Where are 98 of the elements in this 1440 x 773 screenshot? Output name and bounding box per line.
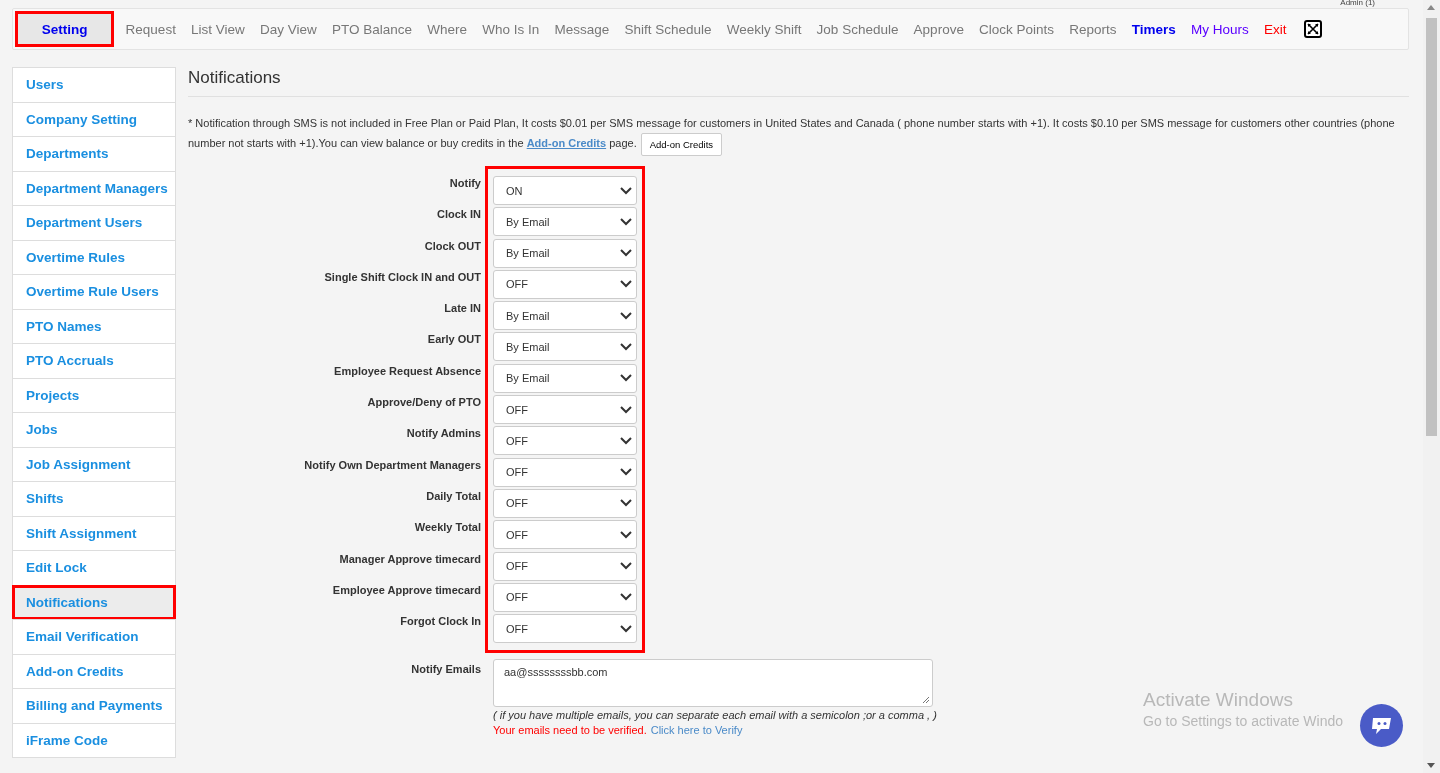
nav-link[interactable]: Clock Points — [971, 11, 1062, 47]
sms-note: * Notification through SMS is not included in Free Plan or Paid Plan, It costs $0.01 per SMS message for customers in United States and Canada ( phone number starts with +1). It costs $0.10 per SMS message for customers other countries (phone number not starts with +1).You can view balance or buy credits in the Add-on Credits page. Add-on Credits — [188, 113, 1409, 156]
fullscreen-icon[interactable] — [1304, 20, 1323, 38]
sidebar-item[interactable]: Edit Lock — [12, 550, 176, 586]
nav-link[interactable]: Weekly Shift — [719, 11, 809, 47]
select-field[interactable]: OFF — [493, 582, 637, 612]
select-field[interactable]: OFF — [493, 426, 637, 456]
chevron-down-icon — [620, 530, 632, 539]
select-field[interactable]: By Email — [493, 301, 637, 331]
chevron-down-icon — [620, 405, 632, 414]
chevron-down-icon — [620, 374, 632, 383]
field-label: Forgot Clock In — [399, 614, 481, 628]
nav-link[interactable]: My Hours — [1183, 11, 1257, 47]
field-label: Approve/Deny of PTO — [366, 395, 481, 409]
field-label: Notify Emails — [410, 662, 481, 678]
nav-link[interactable]: Shift Schedule — [616, 11, 720, 47]
emails-textarea[interactable]: aa@ssssssssbb.com — [493, 659, 933, 708]
sidebar-item[interactable]: Overtime Rule Users — [12, 274, 176, 310]
select-field[interactable]: ON — [493, 176, 637, 205]
field-label: Daily Total — [425, 488, 481, 502]
chevron-down-icon — [620, 499, 632, 508]
select-field[interactable]: OFF — [493, 551, 637, 581]
sidebar-item[interactable]: Add-on Credits — [12, 653, 176, 689]
field-label: Employee Request Absence — [333, 363, 481, 377]
chevron-down-icon — [620, 343, 632, 351]
sidebar-item[interactable]: Department Users — [12, 205, 176, 241]
chevron-down-icon — [620, 217, 632, 226]
nav-link[interactable]: Request — [118, 11, 184, 47]
field-label: Employee Approve timecard — [331, 582, 481, 596]
sidebar-item[interactable]: Department Managers — [12, 170, 176, 206]
sidebar-item[interactable]: Notifications — [12, 584, 176, 620]
sidebar-item[interactable]: PTO Accruals — [12, 343, 176, 379]
nav-link[interactable]: Setting — [15, 11, 114, 47]
field-label: Notify — [448, 176, 481, 189]
select-field[interactable]: By Email — [493, 363, 637, 393]
activation-text: Go to Settings to activate Windo — [1143, 713, 1343, 729]
chevron-down-icon — [620, 280, 632, 289]
field-label: Early OUT — [426, 332, 481, 346]
sidebar-item[interactable]: Departments — [12, 136, 176, 172]
chat-bubble-icon — [1369, 715, 1394, 736]
select-field[interactable]: By Email — [493, 332, 637, 362]
select-field[interactable]: OFF — [493, 269, 637, 299]
nav-link[interactable]: Approve — [906, 11, 972, 47]
verify-warning: Your emails need to be verified. — [493, 724, 647, 737]
nav-link[interactable]: Reports — [1061, 11, 1125, 47]
sidebar-item[interactable]: Users — [12, 67, 176, 103]
nav-link[interactable]: Exit — [1256, 11, 1295, 47]
sidebar-item[interactable]: Billing and Payments — [12, 688, 176, 724]
select-field[interactable]: OFF — [493, 395, 637, 425]
resize-grip-icon — [922, 696, 930, 705]
field-label: Notify Own Department Managers — [303, 457, 481, 471]
select-field[interactable]: OFF — [493, 488, 637, 518]
chevron-down-icon — [620, 249, 632, 258]
sidebar-item[interactable]: Shift Assignment — [12, 515, 176, 551]
add-on-credits-button[interactable]: Add-on Credits — [640, 133, 723, 156]
field-label: Notify Admins — [405, 426, 481, 440]
user-label: Admin (1) — [1340, 0, 1375, 7]
field-label: Weekly Total — [413, 520, 481, 534]
select-field[interactable]: OFF — [493, 520, 637, 550]
sidebar-item[interactable]: PTO Names — [12, 308, 176, 344]
field-label: Single Shift Clock IN and OUT — [323, 269, 481, 283]
sidebar-item[interactable]: Jobs — [12, 412, 176, 448]
emails-hint: ( if you have multiple emails, you can separate each email with a semicolon ;or a comma , ) — [493, 709, 937, 722]
nav-link[interactable]: List View — [183, 11, 253, 47]
chevron-down-icon — [620, 593, 632, 602]
sidebar-item[interactable]: Job Assignment — [12, 446, 176, 482]
add-on-credits-link[interactable]: Add-on Credits — [526, 137, 607, 150]
select-field[interactable]: OFF — [493, 614, 637, 644]
field-label: Clock IN — [436, 207, 481, 221]
select-field[interactable]: By Email — [493, 238, 637, 268]
sidebar-item[interactable]: Projects — [12, 377, 176, 413]
chevron-down-icon — [620, 624, 632, 633]
nav-link[interactable]: Who Is In — [474, 11, 547, 47]
nav-link[interactable]: Where — [419, 11, 475, 47]
sidebar-item[interactable]: Company Setting — [12, 101, 176, 137]
nav-link[interactable]: Job Schedule — [809, 11, 906, 47]
chevron-down-icon — [620, 186, 632, 195]
select-field[interactable]: By Email — [493, 207, 637, 237]
verify-link[interactable]: Click here to Verify — [650, 724, 743, 737]
sidebar-item[interactable]: iFrame Code — [12, 722, 176, 758]
nav-link[interactable]: Message — [546, 11, 617, 47]
select-field[interactable]: OFF — [493, 457, 637, 487]
field-label: Late IN — [443, 301, 481, 315]
field-label: Manager Approve timecard — [338, 551, 481, 565]
sidebar-item[interactable]: Email Verification — [12, 619, 176, 655]
field-label: Clock OUT — [423, 238, 481, 252]
chevron-down-icon — [620, 436, 632, 445]
nav-link[interactable]: Timers — [1124, 11, 1184, 47]
page-title: Notifications — [188, 68, 1409, 97]
chevron-down-icon — [620, 468, 632, 477]
activation-title: Activate Windows — [1143, 689, 1294, 711]
chat-button[interactable] — [1360, 704, 1403, 747]
sidebar-item[interactable]: Shifts — [12, 481, 176, 517]
chevron-down-icon — [620, 311, 632, 320]
chevron-down-icon — [620, 562, 632, 571]
nav-link[interactable]: PTO Balance — [324, 11, 420, 47]
sidebar-item[interactable]: Overtime Rules — [12, 239, 176, 275]
nav-link[interactable]: Day View — [252, 11, 325, 47]
